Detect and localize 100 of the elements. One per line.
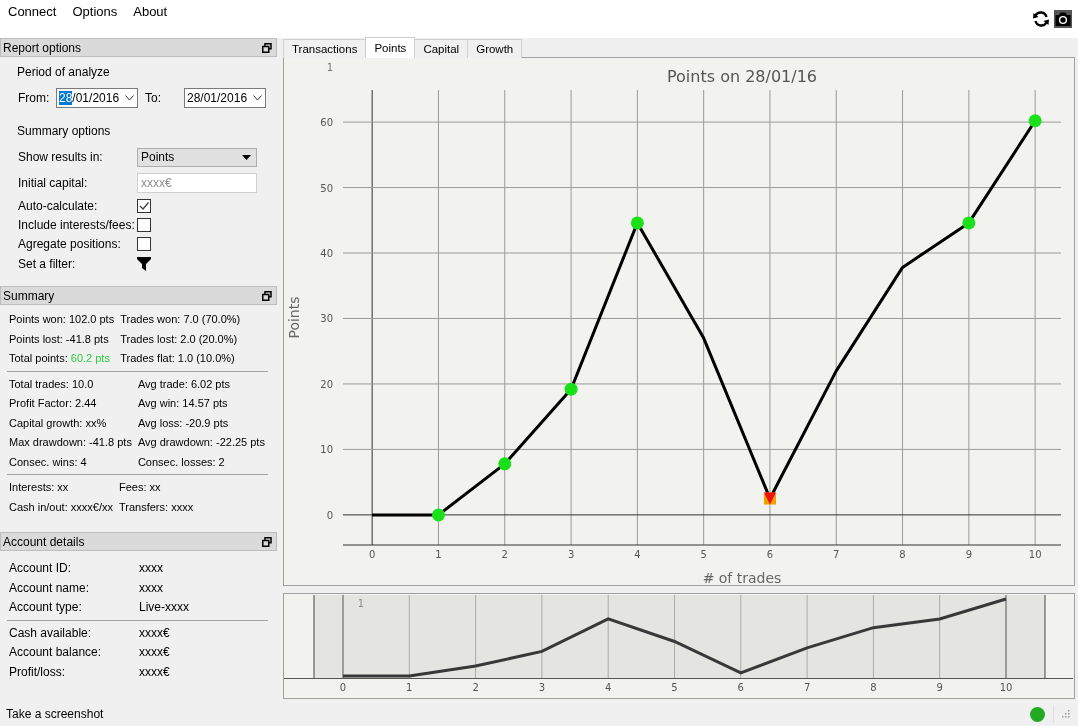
tab[interactable]: Capital (414, 39, 469, 58)
stat-text: Cash in/out: xxxx€/xx (9, 499, 113, 515)
tick-label: 5 (700, 549, 707, 560)
field-label: Auto-calculate: (18, 198, 99, 213)
field-label: Agregate positions: (18, 236, 122, 251)
panel-title: Report options (3, 40, 82, 55)
panel-title: Summary (3, 288, 55, 303)
chevron-down-icon[interactable] (125, 95, 134, 101)
stat-text: Total trades: 10.0 (9, 376, 95, 392)
chart-title: Points on 28/01/16 (667, 67, 817, 86)
win-marker (962, 216, 976, 230)
field-label: Account ID: (9, 560, 73, 577)
stat-text: Profit Factor: 2.44 (9, 396, 98, 411)
menu-item[interactable]: Options (64, 2, 126, 21)
tick-label: 6 (766, 549, 774, 560)
tick-label: 5 (671, 682, 678, 693)
tick-label: 6 (737, 682, 744, 693)
stat-text: Capital growth: xx% (9, 415, 108, 431)
field-value: xxxx (139, 560, 164, 577)
field-value: xxxx (139, 579, 164, 597)
field-value: Live-xxxx (139, 599, 190, 616)
stat-text: Max drawdown: -41.8 pts (9, 435, 132, 450)
tick-label: 8 (870, 682, 877, 693)
field-label: Set a filter: (18, 257, 77, 271)
checkbox[interactable] (137, 236, 151, 251)
tick-label: 40 (320, 248, 333, 259)
refresh-icon[interactable] (1032, 10, 1050, 28)
tick-label: 0 (326, 509, 333, 521)
tick-label: 10 (999, 682, 1013, 693)
float-icon[interactable] (262, 42, 272, 53)
win-marker (564, 382, 578, 396)
tick-label: 60 (320, 117, 333, 129)
win-marker (1028, 114, 1042, 128)
field-label: Account type: (9, 599, 83, 616)
axis-label: 1 (326, 62, 333, 73)
stat-text: Avg loss: -20.9 pts (137, 415, 230, 431)
tab[interactable]: Transactions (283, 39, 367, 58)
tick-label: 10 (1028, 549, 1042, 560)
tick-label: 0 (369, 549, 376, 560)
tick-label: 3 (567, 549, 575, 560)
results-dropdown[interactable]: Points (137, 147, 257, 167)
tick-label: 50 (320, 182, 333, 194)
float-icon[interactable] (262, 536, 272, 547)
chevron-down-icon[interactable] (253, 95, 262, 101)
stat-text: Transfers: xxxx (118, 499, 194, 515)
camera-icon[interactable] (1054, 10, 1072, 28)
field-value: xxxx€ (139, 644, 171, 661)
field-label: Include interests/fees: (18, 217, 136, 232)
tick-label: 1 (406, 682, 413, 693)
tick-label: 1 (435, 549, 442, 560)
field-label: To: (144, 91, 162, 105)
section-heading: Period of analyze (17, 65, 111, 79)
section-heading: Summary options (17, 124, 112, 138)
float-icon[interactable] (262, 290, 272, 301)
tick-label: 30 (320, 313, 333, 325)
stat-text: Points lost: -41.8 pts (9, 331, 110, 347)
filter-icon[interactable] (137, 257, 151, 271)
menu-item[interactable]: About (125, 2, 176, 21)
status-message: Take a screenshot (6, 707, 104, 721)
date-field[interactable]: 28/01/2016 (184, 88, 266, 108)
field-value: xxxx€ (139, 663, 171, 681)
win-marker (431, 508, 445, 522)
tick-label: 2 (501, 549, 508, 560)
stat-text: Points won: 102.0 pts (9, 312, 115, 327)
menu-item[interactable]: Connect (0, 2, 65, 21)
field-label: Profit/loss: (9, 663, 66, 681)
checkbox[interactable] (137, 217, 151, 232)
win-marker (498, 457, 512, 471)
field-value: xxxx€ (139, 624, 171, 642)
axis-title: Points (286, 296, 302, 339)
stat-text: Consec. losses: 2 (137, 454, 226, 470)
field-label: Initial capital: (18, 176, 89, 190)
resize-grip-icon[interactable] (1062, 710, 1070, 718)
tick-label: 0 (339, 682, 347, 693)
tick-label: 9 (965, 549, 973, 560)
tick-label: 2 (472, 682, 479, 693)
tab[interactable]: Points (365, 37, 416, 58)
caret-icon (242, 154, 251, 160)
stat-text: Total points: 60.2 pts (9, 351, 111, 366)
stat-text: Avg drawdown: -22.25 pts (137, 435, 265, 450)
tick-label: 7 (833, 549, 840, 560)
stat-text: Fees: xx (118, 480, 162, 495)
tick-label: 9 (936, 682, 943, 693)
stat-text: Avg win: 14.57 pts (137, 396, 229, 411)
capital-field[interactable]: xxxx€ (137, 173, 257, 193)
tab[interactable]: Growth (467, 39, 523, 58)
stat-text: Consec. wins: 4 (9, 454, 88, 470)
tick-label: 7 (803, 682, 811, 693)
stat-text: Avg trade: 6.02 pts (137, 376, 232, 392)
checkbox[interactable] (137, 198, 151, 213)
tick-label: 3 (538, 682, 546, 693)
tick-label: 20 (320, 378, 333, 390)
tick-label: 10 (320, 444, 333, 456)
field-label: Cash available: (9, 624, 93, 642)
panel-title: Account details (3, 534, 85, 549)
stat-text: Trades flat: 1.0 (10.0%) (120, 351, 236, 366)
axis-label: 1 (357, 598, 364, 609)
win-marker (630, 216, 644, 230)
tick-label: 4 (634, 549, 641, 560)
stat-text: Interests: xx (9, 480, 70, 495)
